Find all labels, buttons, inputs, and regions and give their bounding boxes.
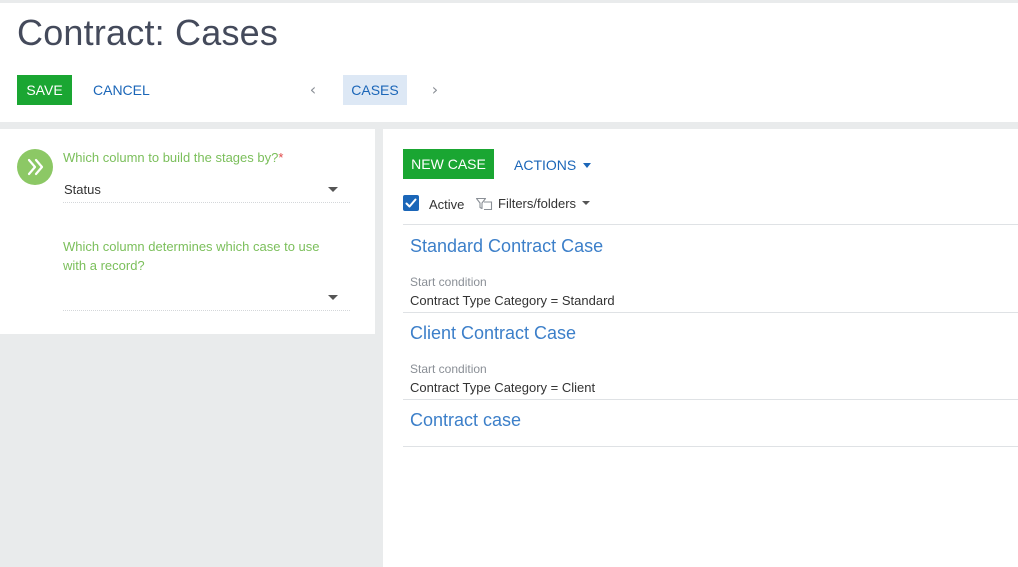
filters-label: Filters/folders xyxy=(498,195,577,211)
filter-folder-icon[interactable] xyxy=(475,195,493,211)
caret-down-icon xyxy=(582,201,591,205)
divider xyxy=(403,312,1018,313)
caret-down-icon[interactable] xyxy=(328,187,338,192)
case-item-condition-label: Start condition xyxy=(410,362,487,376)
field-underline xyxy=(63,310,350,311)
chevron-right-icon[interactable]: › xyxy=(428,79,442,99)
cancel-button[interactable]: CANCEL xyxy=(93,82,150,98)
case-item-condition-value: Contract Type Category = Standard xyxy=(410,293,615,308)
divider xyxy=(403,446,1018,447)
required-mark: * xyxy=(278,150,284,165)
stage-column-select[interactable]: Status xyxy=(64,182,101,197)
case-item-condition-label: Start condition xyxy=(410,275,487,289)
page-title: Contract: Cases xyxy=(17,12,279,53)
case-item-condition-value: Contract Type Category = Client xyxy=(410,380,596,395)
active-label: Active xyxy=(429,197,465,212)
field-underline xyxy=(63,202,350,203)
filters-folders-button[interactable]: Filters/folders xyxy=(498,195,591,211)
case-column-select[interactable] xyxy=(64,290,314,306)
case-column-label-line1: Which column determines which case to us… xyxy=(63,239,320,254)
tab-cases[interactable]: CASES xyxy=(343,75,407,105)
stage-column-label: Which column to build the stages by?* xyxy=(63,150,284,165)
stages-icon xyxy=(17,149,53,185)
case-item-title[interactable]: Standard Contract Case xyxy=(410,236,603,257)
save-button[interactable]: SAVE xyxy=(17,75,72,105)
case-item-title[interactable]: Contract case xyxy=(410,410,521,431)
divider xyxy=(403,399,1018,400)
new-case-button[interactable]: NEW CASE xyxy=(403,149,494,179)
actions-menu-button[interactable]: ACTIONS xyxy=(514,155,592,175)
actions-label: ACTIONS xyxy=(514,157,577,173)
case-item-title[interactable]: Client Contract Case xyxy=(410,323,576,344)
divider xyxy=(403,224,1018,225)
case-column-label-line2: with a record? xyxy=(63,258,145,273)
chevron-left-icon[interactable]: ‹ xyxy=(306,79,320,99)
active-checkbox[interactable] xyxy=(403,195,419,211)
caret-down-icon[interactable] xyxy=(328,295,338,300)
caret-down-icon xyxy=(583,162,592,168)
